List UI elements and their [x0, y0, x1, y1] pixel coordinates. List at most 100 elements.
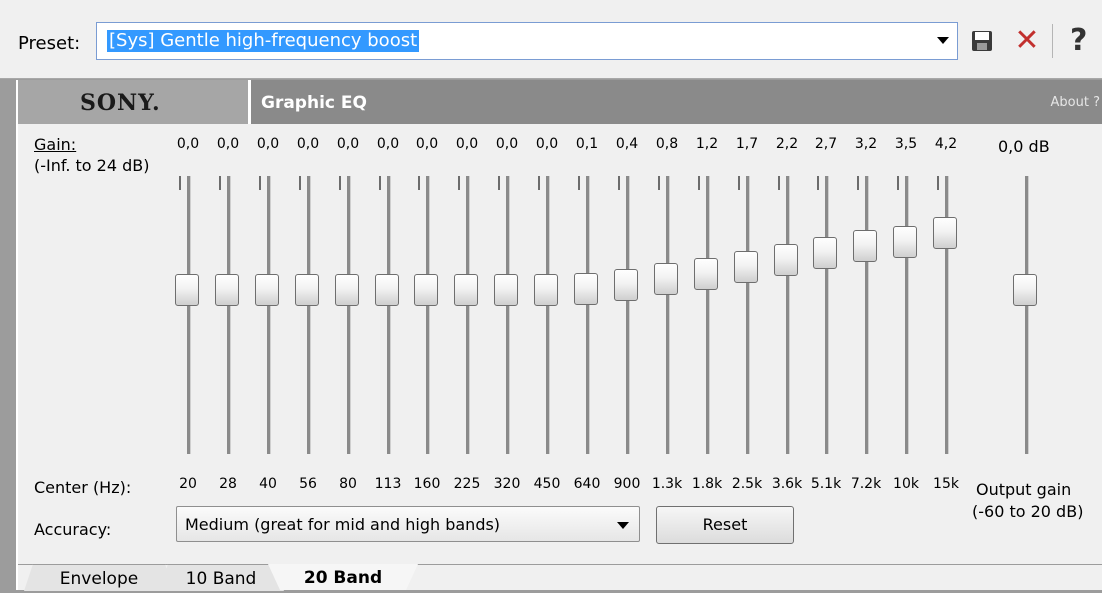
output-gain-slider[interactable]	[1011, 176, 1041, 454]
band-gain-slider[interactable]	[373, 176, 403, 454]
graphic-eq-panel: SONY. Graphic EQ About ? Gain: (-Inf. to…	[16, 80, 1102, 591]
band-center-frequency: 1.3k	[651, 476, 683, 492]
plugin-header: SONY. Graphic EQ About ?	[18, 80, 1102, 124]
band-gain-value: 0,0	[495, 136, 519, 152]
slider-track	[786, 176, 790, 454]
band-gain-slider[interactable]	[572, 176, 602, 454]
slider-thumb[interactable]	[694, 258, 718, 290]
slider-track	[865, 176, 869, 454]
band-gain-slider[interactable]	[772, 176, 802, 454]
band-gain-slider[interactable]	[253, 176, 283, 454]
band-gain-value: 1,7	[735, 136, 759, 152]
slider-thumb[interactable]	[853, 230, 877, 262]
band-center-frequency: 80	[339, 476, 357, 492]
slider-thumb[interactable]	[175, 274, 199, 306]
slider-tick	[578, 176, 580, 190]
slider-tick	[698, 176, 700, 190]
slider-thumb[interactable]	[1013, 274, 1037, 306]
band-center-frequency: 640	[573, 476, 601, 492]
slider-thumb[interactable]	[335, 274, 359, 306]
slider-tick	[618, 176, 620, 190]
slider-thumb[interactable]	[534, 274, 558, 306]
slider-thumb[interactable]	[893, 226, 917, 258]
band-gain-slider[interactable]	[811, 176, 841, 454]
band-gain-slider[interactable]	[732, 176, 762, 454]
slider-thumb[interactable]	[375, 274, 399, 306]
band-gain-value: 0,0	[296, 136, 320, 152]
band-gain-slider[interactable]	[452, 176, 482, 454]
band-gain-value: 0,0	[415, 136, 439, 152]
slider-thumb[interactable]	[574, 273, 598, 305]
slider-track	[905, 176, 909, 454]
slider-tick	[738, 176, 740, 190]
help-icon[interactable]: ?	[1070, 26, 1098, 56]
slider-thumb[interactable]	[813, 237, 837, 269]
preset-value[interactable]: [Sys] Gentle high-frequency boost	[107, 30, 420, 52]
band-center-frequency: 160	[413, 476, 441, 492]
tab-10-band[interactable]: 10 Band	[158, 564, 284, 591]
gain-label: Gain:	[34, 135, 77, 154]
slider-thumb[interactable]	[215, 274, 239, 306]
slider-track	[746, 176, 750, 454]
output-gain-value: 0,0 dB	[998, 137, 1050, 156]
slider-thumb[interactable]	[255, 274, 279, 306]
accuracy-dropdown[interactable]: Medium (great for mid and high bands)	[176, 506, 640, 542]
slider-track	[387, 176, 391, 454]
slider-thumb[interactable]	[933, 217, 957, 249]
band-gain-slider[interactable]	[652, 176, 682, 454]
band-gain-slider[interactable]	[891, 176, 921, 454]
band-gain-slider[interactable]	[692, 176, 722, 454]
band-gain-value: 0,0	[455, 136, 479, 152]
band-center-frequency: 900	[613, 476, 641, 492]
about-link[interactable]: About ?	[1051, 95, 1100, 110]
slider-thumb[interactable]	[654, 263, 678, 295]
slider-thumb[interactable]	[454, 274, 478, 306]
tab-envelope[interactable]: Envelope	[24, 564, 174, 591]
band-gain-value: 4,2	[934, 136, 958, 152]
slider-thumb[interactable]	[774, 244, 798, 276]
band-gain-slider[interactable]	[532, 176, 562, 454]
preset-dropdown[interactable]: [Sys] Gentle high-frequency boost	[96, 22, 958, 60]
slider-thumb[interactable]	[734, 251, 758, 283]
tab-strip: Envelope 10 Band 20 Band	[18, 564, 1102, 591]
band-gain-slider[interactable]	[333, 176, 363, 454]
chevron-down-icon[interactable]	[937, 37, 949, 44]
band-gain-slider[interactable]	[612, 176, 642, 454]
band-gain-value: 3,2	[854, 136, 878, 152]
slider-tick	[778, 176, 780, 190]
save-icon[interactable]	[970, 26, 994, 56]
band-center-frequency: 2.5k	[731, 476, 763, 492]
slider-thumb[interactable]	[614, 269, 638, 301]
sony-logo: SONY.	[80, 90, 161, 116]
accuracy-label: Accuracy:	[34, 520, 112, 539]
tab-20-band[interactable]: 20 Band	[268, 564, 418, 590]
band-center-frequency: 20	[179, 476, 197, 492]
slider-tick	[498, 176, 500, 190]
reset-button[interactable]: Reset	[656, 506, 794, 544]
delete-icon[interactable]: ✕	[1014, 26, 1040, 56]
band-gain-slider[interactable]	[213, 176, 243, 454]
band-gain-slider[interactable]	[931, 176, 961, 454]
slider-tick	[817, 176, 819, 190]
slider-track	[347, 176, 351, 454]
band-center-frequency: 40	[259, 476, 277, 492]
slider-thumb[interactable]	[414, 274, 438, 306]
band-gain-value: 2,2	[775, 136, 799, 152]
band-center-frequency: 450	[533, 476, 561, 492]
slider-track	[706, 176, 710, 454]
band-gain-slider[interactable]	[851, 176, 881, 454]
band-center-frequency: 28	[219, 476, 237, 492]
band-center-frequency: 113	[374, 476, 402, 492]
band-gain-slider[interactable]	[492, 176, 522, 454]
chevron-down-icon[interactable]	[617, 522, 629, 529]
slider-track	[187, 176, 191, 454]
band-gain-slider[interactable]	[293, 176, 323, 454]
preset-label: Preset:	[18, 33, 81, 54]
accuracy-value[interactable]: Medium (great for mid and high bands)	[185, 515, 500, 534]
band-gain-value: 0,0	[376, 136, 400, 152]
slider-thumb[interactable]	[494, 274, 518, 306]
band-gain-slider[interactable]	[173, 176, 203, 454]
slider-track	[626, 176, 630, 454]
band-gain-slider[interactable]	[412, 176, 442, 454]
slider-thumb[interactable]	[295, 274, 319, 306]
